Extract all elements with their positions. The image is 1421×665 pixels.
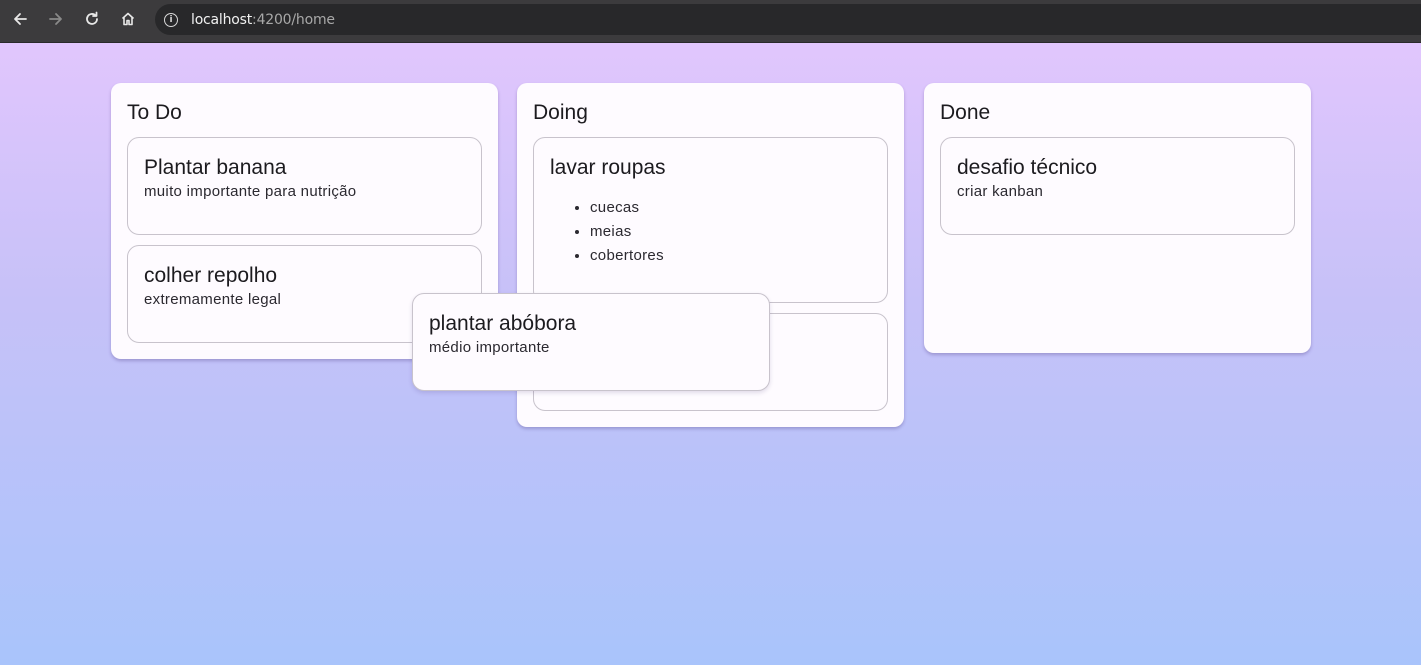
card-title: Plantar banana — [144, 156, 287, 179]
column-done: Done desafio técnico criar kanban — [924, 83, 1311, 353]
column-title: Doing — [533, 101, 588, 124]
reload-button[interactable] — [79, 6, 105, 32]
list-item: meias — [590, 220, 871, 244]
card-description: médio importante — [429, 339, 550, 356]
url-text: localhost:4200/home — [191, 12, 335, 28]
reload-icon — [86, 11, 98, 25]
card-title: desafio técnico — [957, 156, 1098, 179]
back-button[interactable] — [7, 6, 33, 32]
card-title: colher repolho — [144, 264, 278, 287]
kanban-page: To Do Plantar banana muito importante pa… — [0, 43, 1421, 665]
task-card[interactable]: desafio técnico criar kanban — [940, 137, 1295, 235]
url-host: localhost — [191, 11, 253, 28]
card-description: muito importante para nutrição — [144, 183, 357, 200]
home-button[interactable] — [115, 6, 141, 32]
list-item: cuecas — [590, 196, 871, 220]
card-title: lavar roupas — [550, 156, 666, 179]
task-card[interactable]: Plantar banana muito importante para nut… — [127, 137, 482, 235]
arrow-left-icon — [14, 13, 27, 25]
browser-toolbar: i localhost:4200/home — [0, 0, 1421, 43]
forward-button[interactable] — [43, 6, 69, 32]
dragging-task-card[interactable]: plantar abóbora médio importante — [412, 293, 770, 391]
home-icon — [121, 12, 135, 26]
info-icon[interactable]: i — [164, 12, 178, 27]
column-title: Done — [940, 101, 991, 124]
url-path: :4200/home — [252, 11, 335, 28]
arrow-right-icon — [49, 13, 62, 25]
card-checklist: cuecas meias cobertores — [550, 196, 871, 268]
task-card[interactable]: lavar roupas cuecas meias cobertores — [533, 137, 888, 303]
column-title: To Do — [127, 101, 182, 124]
card-title: plantar abóbora — [429, 312, 577, 335]
address-bar[interactable]: i localhost:4200/home — [155, 4, 1421, 35]
card-description: criar kanban — [957, 183, 1044, 200]
list-item: cobertores — [590, 244, 871, 268]
